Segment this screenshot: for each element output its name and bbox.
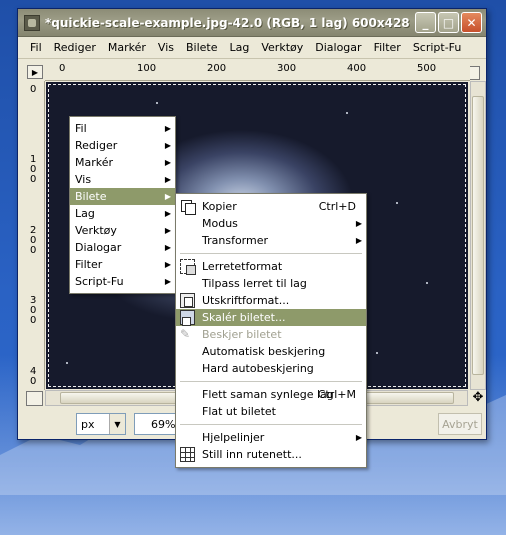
minimize-button[interactable]: _ xyxy=(415,12,436,33)
vruler-label-0: 0 xyxy=(30,84,37,95)
close-button[interactable]: ✕ xyxy=(461,12,482,33)
context-item-verktoy[interactable]: Verktøy ▶ xyxy=(70,222,175,239)
context-item-vis[interactable]: Vis ▶ xyxy=(70,171,175,188)
image-submenu: Kopier Ctrl+D Modus ▶ Transformer ▶ Lerret… xyxy=(175,193,367,468)
menu-item-scale-image[interactable]: Skalér biletet... xyxy=(176,309,366,326)
context-item-filter[interactable]: Filter ▶ xyxy=(70,256,175,273)
menu-bar: Fil Rediger Markér Vis Bilete Lag Verktø… xyxy=(18,37,486,59)
menu-marker[interactable]: Markér xyxy=(102,41,152,54)
menu-filter[interactable]: Filter xyxy=(368,41,407,54)
submenu-arrow-icon: ▶ xyxy=(164,243,171,252)
cancel-button[interactable]: Avbryt xyxy=(438,413,482,435)
menu-item-configure-grid[interactable]: Still inn rutenett... xyxy=(176,446,366,463)
grid-icon xyxy=(180,447,195,462)
duplicate-icon xyxy=(180,199,196,215)
context-menu: Fil ▶ Rediger ▶ Markér ▶ Vis ▶ Bilete ▶ Lag ▶ … xyxy=(69,116,176,294)
submenu-arrow-icon: ▶ xyxy=(164,209,171,218)
chevron-down-icon[interactable]: ▼ xyxy=(109,414,125,434)
shortcut-ctrl-m: Ctrl+M xyxy=(317,388,356,401)
menu-separator xyxy=(180,253,362,254)
maximize-button[interactable]: □ xyxy=(438,12,459,33)
submenu-arrow-icon: ▶ xyxy=(355,219,362,228)
menu-item-autocrop[interactable]: Automatisk beskjering xyxy=(176,343,366,360)
vruler-label-300: 3 0 0 xyxy=(30,295,37,326)
context-item-lag[interactable]: Lag ▶ xyxy=(70,205,175,222)
context-item-script-fu[interactable]: Script-Fu ▶ xyxy=(70,273,175,290)
vertical-ruler[interactable]: 0 1 0 0 2 0 0 3 0 0 4 0 xyxy=(28,81,45,390)
ruler-label-200: 200 xyxy=(207,63,227,74)
menu-item-canvas-size[interactable]: Lerretetformat xyxy=(176,258,366,275)
menu-item-merge-visible[interactable]: Flett saman synlege lag Ctrl+M xyxy=(176,386,366,403)
context-item-fil[interactable]: Fil ▶ xyxy=(70,120,175,137)
navigate-icon[interactable]: ✥ xyxy=(470,390,486,406)
context-item-dialogar[interactable]: Dialogar ▶ xyxy=(70,239,175,256)
window-title: *quickie-scale-example.jpg-42.0 (RGB, 1 … xyxy=(45,15,410,30)
submenu-arrow-icon: ▶ xyxy=(164,124,171,133)
ruler-label-100: 100 xyxy=(137,63,157,74)
submenu-arrow-icon: ▶ xyxy=(164,175,171,184)
zoom-field[interactable]: 69% xyxy=(134,413,180,435)
zoom-value: 69% xyxy=(151,417,176,431)
ruler-label-400: 400 xyxy=(347,63,367,74)
gimp-app-icon xyxy=(24,14,40,31)
context-item-marker[interactable]: Markér ▶ xyxy=(70,154,175,171)
menu-item-transform[interactable]: Transformer ▶ xyxy=(176,232,366,249)
menu-rediger[interactable]: Rediger xyxy=(48,41,102,54)
submenu-arrow-icon: ▶ xyxy=(164,141,171,150)
context-item-rediger[interactable]: Rediger ▶ xyxy=(70,137,175,154)
submenu-arrow-icon: ▶ xyxy=(355,433,362,442)
submenu-arrow-icon: ▶ xyxy=(355,236,362,245)
menu-fil[interactable]: Fil xyxy=(24,41,48,54)
menu-vis[interactable]: Vis xyxy=(152,41,180,54)
menu-dialogar[interactable]: Dialogar xyxy=(309,41,367,54)
menu-item-flatten[interactable]: Flat ut biletet xyxy=(176,403,366,420)
unit-select[interactable]: px ▼ xyxy=(76,413,126,435)
title-bar[interactable]: *quickie-scale-example.jpg-42.0 (RGB, 1 … xyxy=(18,9,486,37)
print-size-icon xyxy=(180,293,195,308)
unit-value: px xyxy=(81,417,95,431)
menu-script-fu[interactable]: Script-Fu xyxy=(407,41,468,54)
menu-item-print-size[interactable]: Utskriftformat... xyxy=(176,292,366,309)
crop-icon: ✎ xyxy=(180,327,191,341)
menu-bilete[interactable]: Bilete xyxy=(180,41,224,54)
menu-separator xyxy=(180,381,362,382)
vruler-label-200: 2 0 0 xyxy=(30,225,37,256)
menu-verktoy[interactable]: Verktøy xyxy=(255,41,309,54)
menu-item-fit-canvas[interactable]: Tilpass lerret til lag xyxy=(176,275,366,292)
shortcut-ctrl-d: Ctrl+D xyxy=(318,200,356,213)
ruler-label-500: 500 xyxy=(417,63,437,74)
vertical-scrollbar[interactable] xyxy=(470,81,486,390)
canvas-size-icon xyxy=(180,259,196,275)
submenu-arrow-icon: ▶ xyxy=(164,277,171,286)
submenu-arrow-icon: ▶ xyxy=(164,226,171,235)
vertical-scroll-thumb[interactable] xyxy=(472,96,484,375)
menu-item-crop-image: ✎ Beskjer biletet xyxy=(180,327,282,341)
submenu-arrow-icon: ▶ xyxy=(164,158,171,167)
scale-image-icon xyxy=(180,310,195,326)
submenu-arrow-icon: ▶ xyxy=(164,260,171,269)
context-item-bilete[interactable]: Bilete ▶ xyxy=(70,188,175,205)
submenu-arrow-icon: ▶ xyxy=(164,192,171,201)
menu-separator xyxy=(180,424,362,425)
menu-item-duplicate[interactable]: Kopier Ctrl+D xyxy=(176,198,366,215)
menu-item-guides[interactable]: Hjelpelinjer ▶ xyxy=(176,429,366,446)
horizontal-ruler[interactable]: 0 100 200 300 400 500 xyxy=(45,63,470,81)
vruler-label-400: 4 0 xyxy=(30,366,37,387)
menu-item-mode[interactable]: Modus ▶ xyxy=(176,215,366,232)
ruler-label-300: 300 xyxy=(277,63,297,74)
menu-item-zealous-crop[interactable]: Hard autobeskjering xyxy=(176,360,366,377)
vruler-label-100: 1 0 0 xyxy=(30,154,37,185)
toggle-quick-mask-button[interactable] xyxy=(26,391,43,406)
menu-lag[interactable]: Lag xyxy=(224,41,256,54)
ruler-label-0: 0 xyxy=(59,63,66,74)
quick-mask-menu-button[interactable]: ▶ xyxy=(27,65,43,79)
